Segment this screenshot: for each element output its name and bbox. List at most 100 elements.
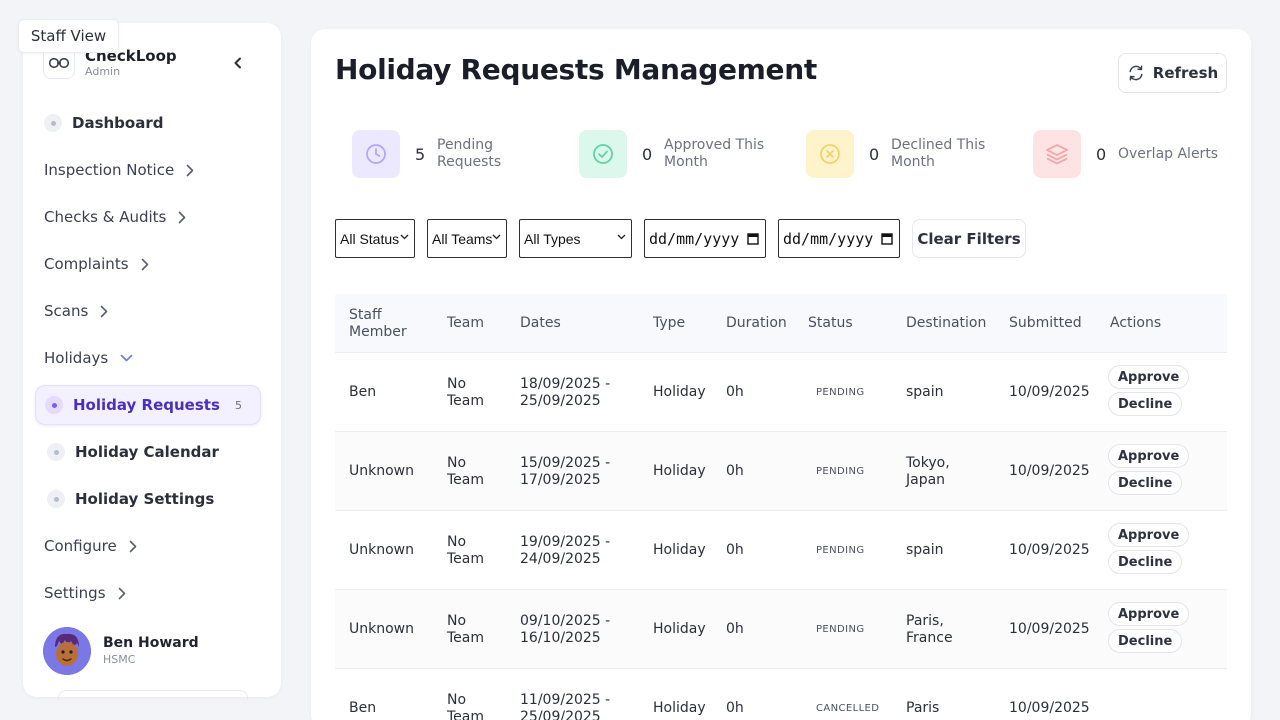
select-value: All Teams [432, 230, 493, 247]
sidebar-item-complaints[interactable]: Complaints [44, 244, 149, 284]
cell-team: No Team [447, 533, 485, 567]
table-row: Ben No Team 11/09/2025 - 25/09/2025 Holi… [335, 669, 1227, 720]
cell-dates: 18/09/2025 - 25/09/2025 [520, 375, 611, 409]
sidebar-item-label: Complaints [44, 255, 129, 273]
cell-type: Holiday [653, 463, 706, 479]
user-profile[interactable]: Ben Howard HSMC [43, 627, 199, 675]
dot-icon [47, 490, 65, 508]
date-from-input[interactable]: dd/mm/yyyy [644, 219, 766, 258]
chevron-right-icon [186, 164, 194, 177]
cell-team: No Team [447, 612, 485, 646]
sidebar-item-label: Configure [44, 537, 117, 555]
staff-view-button[interactable]: Staff View [18, 19, 119, 53]
column-header: Dates [520, 315, 561, 331]
date-to-input[interactable]: dd/mm/yyyy [778, 219, 900, 258]
cell-dates: 09/10/2025 - 16/10/2025 [520, 612, 611, 646]
sidebar-item-checks-audits[interactable]: Checks & Audits [44, 197, 186, 237]
decline-button[interactable]: Decline [1108, 550, 1183, 574]
status-badge: CANCELLED [816, 703, 880, 714]
stat-value: 0 [869, 144, 880, 164]
sidebar-footer-button[interactable] [58, 690, 248, 700]
sidebar-item-settings[interactable]: Settings [44, 573, 126, 613]
cell-destination: spain [906, 384, 944, 400]
chevron-right-icon [118, 587, 126, 600]
chevron-right-icon [178, 211, 186, 224]
cell-type: Holiday [653, 621, 706, 637]
sidebar-item-holidays[interactable]: Holidays [44, 338, 133, 378]
cell-submitted: 10/09/2025 [1009, 700, 1090, 716]
clock-icon [366, 144, 386, 164]
sidebar-item-holiday-calendar[interactable]: Holiday Calendar [47, 432, 219, 472]
column-header: Destination [906, 315, 987, 331]
decline-button[interactable]: Decline [1108, 629, 1183, 653]
clear-filters-button[interactable]: Clear Filters [912, 219, 1026, 258]
team-filter-select[interactable]: All Teams [427, 219, 507, 258]
cell-destination: spain [906, 542, 944, 558]
sidebar-item-label: Dashboard [72, 114, 164, 132]
chevron-down-icon [120, 354, 133, 362]
sidebar-item-configure[interactable]: Configure [44, 526, 137, 566]
collapse-sidebar-button[interactable] [229, 54, 247, 72]
page-title: Holiday Requests Management [335, 53, 817, 86]
cell-type: Holiday [653, 384, 706, 400]
cell-dates: 19/09/2025 - 24/09/2025 [520, 533, 611, 567]
decline-button[interactable]: Decline [1108, 471, 1183, 495]
refresh-label: Refresh [1152, 64, 1219, 82]
cell-staff: Ben [349, 700, 377, 716]
column-header: Actions [1110, 315, 1162, 331]
cell-staff: Unknown [349, 621, 414, 637]
type-filter-select[interactable]: All Types [519, 219, 632, 258]
cell-type: Holiday [653, 542, 706, 558]
stat-declined: 0 Declined This Month [806, 130, 1001, 178]
column-header: Status [808, 315, 853, 331]
table-row: Unknown No Team 15/09/2025 - 17/09/2025 … [335, 432, 1227, 511]
layers-icon [1046, 144, 1068, 165]
approve-button[interactable]: Approve [1108, 523, 1190, 547]
sidebar-item-holiday-requests[interactable]: Holiday Requests 5 [35, 385, 261, 425]
dot-icon [44, 114, 62, 132]
cell-duration: 0h [726, 542, 744, 558]
column-header: Type [653, 315, 686, 331]
cell-staff: Ben [349, 384, 377, 400]
cell-staff: Unknown [349, 542, 414, 558]
stat-icon-bg [579, 130, 627, 178]
sidebar-item-inspection-notice[interactable]: Inspection Notice [44, 150, 194, 190]
cell-duration: 0h [726, 384, 744, 400]
cell-destination: Paris, France [906, 612, 953, 646]
cell-duration: 0h [726, 700, 744, 716]
table-row: Unknown No Team 19/09/2025 - 24/09/2025 … [335, 511, 1227, 590]
approve-button[interactable]: Approve [1108, 365, 1190, 389]
chevron-down-icon [617, 234, 626, 240]
approve-button[interactable]: Approve [1108, 602, 1190, 626]
cell-submitted: 10/09/2025 [1009, 384, 1090, 400]
table-header: Staff Member Team Dates Type Duration St… [335, 294, 1227, 353]
status-badge: PENDING [816, 466, 865, 477]
status-filter-select[interactable]: All Status [335, 219, 415, 258]
column-header: Staff Member [349, 306, 407, 340]
chevron-right-icon [100, 305, 108, 318]
stat-overlap: 0 Overlap Alerts [1033, 130, 1228, 178]
stat-label: Pending Requests [437, 137, 502, 170]
sidebar-item-dashboard[interactable]: Dashboard [44, 103, 163, 143]
stat-icon-bg [806, 130, 854, 178]
cell-dates: 11/09/2025 - 25/09/2025 [520, 691, 611, 720]
cell-team: No Team [447, 691, 485, 720]
check-circle-icon [593, 144, 613, 164]
stat-label: Overlap Alerts [1118, 145, 1219, 162]
count-badge: 5 [235, 398, 242, 412]
decline-button[interactable]: Decline [1108, 392, 1183, 416]
dot-icon [47, 443, 65, 461]
cell-submitted: 10/09/2025 [1009, 463, 1090, 479]
cell-staff: Unknown [349, 463, 414, 479]
refresh-button[interactable]: Refresh [1118, 53, 1227, 93]
sidebar-item-label: Settings [44, 584, 106, 602]
sidebar-item-scans[interactable]: Scans [44, 291, 108, 331]
cell-type: Holiday [653, 700, 706, 716]
approve-button[interactable]: Approve [1108, 444, 1190, 468]
cell-destination: Paris [906, 700, 940, 716]
cell-duration: 0h [726, 621, 744, 637]
chevron-right-icon [129, 540, 137, 553]
brand-role: Admin [85, 65, 121, 78]
x-circle-icon [820, 144, 840, 164]
sidebar-item-holiday-settings[interactable]: Holiday Settings [47, 479, 214, 519]
